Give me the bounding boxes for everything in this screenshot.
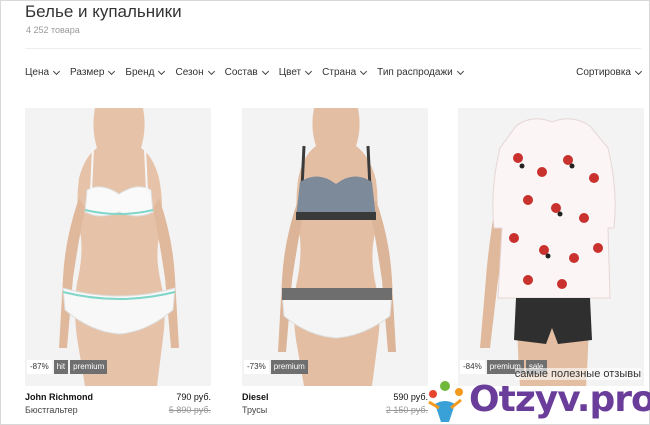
chevron-down-icon bbox=[360, 67, 368, 75]
chevron-down-icon bbox=[108, 67, 116, 75]
filter-label: Тип распродажи bbox=[377, 67, 453, 78]
product-card[interactable]: -84% premium sale bbox=[458, 108, 644, 386]
filter-size[interactable]: Размер bbox=[70, 67, 116, 78]
watermark: самые полезные отзывы Otzyv.pro bbox=[419, 368, 650, 424]
filter-bar: Цена Размер Бренд Сезон Состав Цвет Стра… bbox=[25, 67, 464, 78]
product-card[interactable]: -73% premium Diesel Трусы 590 руб. 2 150… bbox=[242, 108, 428, 420]
filter-price[interactable]: Цена bbox=[25, 67, 61, 78]
product-category: Трусы bbox=[242, 405, 268, 415]
badge-group: -73% premium bbox=[244, 360, 308, 374]
chevron-down-icon bbox=[261, 67, 269, 75]
product-old-price: 5 890 руб. bbox=[168, 405, 211, 415]
filter-composition[interactable]: Состав bbox=[224, 67, 269, 78]
filter-label: Страна bbox=[322, 67, 357, 78]
sort-label: Сортировка bbox=[576, 67, 631, 78]
filter-color[interactable]: Цвет bbox=[278, 67, 313, 78]
product-info: John Richmond Бюстгальтер 790 руб. 5 890… bbox=[25, 386, 211, 420]
product-image[interactable]: -73% premium bbox=[242, 108, 428, 386]
catalog-page: Белье и купальники 4 252 товара Цена Раз… bbox=[0, 0, 650, 425]
header-divider bbox=[25, 48, 641, 49]
item-count: 4 252 товара bbox=[26, 25, 80, 35]
chevron-down-icon bbox=[207, 67, 215, 75]
filter-label: Цвет bbox=[278, 67, 302, 78]
product-category: Бюстгальтер bbox=[25, 405, 78, 415]
page-title: Белье и купальники bbox=[25, 2, 182, 21]
filter-season[interactable]: Сезон bbox=[175, 67, 215, 78]
chevron-down-icon bbox=[634, 67, 643, 75]
filter-label: Цена bbox=[25, 67, 50, 78]
filter-country[interactable]: Страна bbox=[322, 67, 368, 78]
chevron-down-icon bbox=[53, 67, 61, 75]
model-grey-sport-bra bbox=[278, 108, 396, 386]
product-image[interactable]: -84% premium sale bbox=[458, 108, 644, 386]
chevron-down-icon bbox=[456, 67, 464, 75]
premium-badge: premium bbox=[70, 360, 108, 374]
filter-label: Бренд bbox=[125, 67, 155, 78]
product-info: Diesel Трусы 590 руб. 2 150 руб. bbox=[242, 386, 428, 420]
product-brand[interactable]: John Richmond bbox=[25, 392, 93, 402]
filter-label: Состав bbox=[224, 67, 258, 78]
model-pajama-set bbox=[480, 118, 616, 386]
hit-badge: hit bbox=[53, 360, 69, 374]
filter-sale-type[interactable]: Тип распродажи bbox=[377, 67, 464, 78]
chevron-down-icon bbox=[158, 67, 166, 75]
badge-group: -87% hit premium bbox=[27, 360, 108, 374]
filter-label: Сезон bbox=[175, 67, 204, 78]
premium-badge: premium bbox=[270, 360, 308, 374]
product-image[interactable]: -87% hit premium bbox=[25, 108, 211, 386]
sort-dropdown[interactable]: Сортировка bbox=[576, 67, 643, 78]
filter-label: Размер bbox=[70, 67, 105, 78]
discount-badge: -73% bbox=[244, 360, 269, 374]
discount-badge: -87% bbox=[27, 360, 52, 374]
filter-brand[interactable]: Бренд bbox=[125, 67, 166, 78]
product-brand[interactable]: Diesel bbox=[242, 392, 269, 402]
model-white-lingerie bbox=[59, 108, 179, 386]
product-card[interactable]: -87% hit premium John Richmond Бюстгальт… bbox=[25, 108, 211, 420]
product-price: 790 руб. bbox=[176, 392, 211, 402]
watermark-site: Otzyv.pro bbox=[469, 379, 650, 420]
chevron-down-icon bbox=[305, 67, 313, 75]
